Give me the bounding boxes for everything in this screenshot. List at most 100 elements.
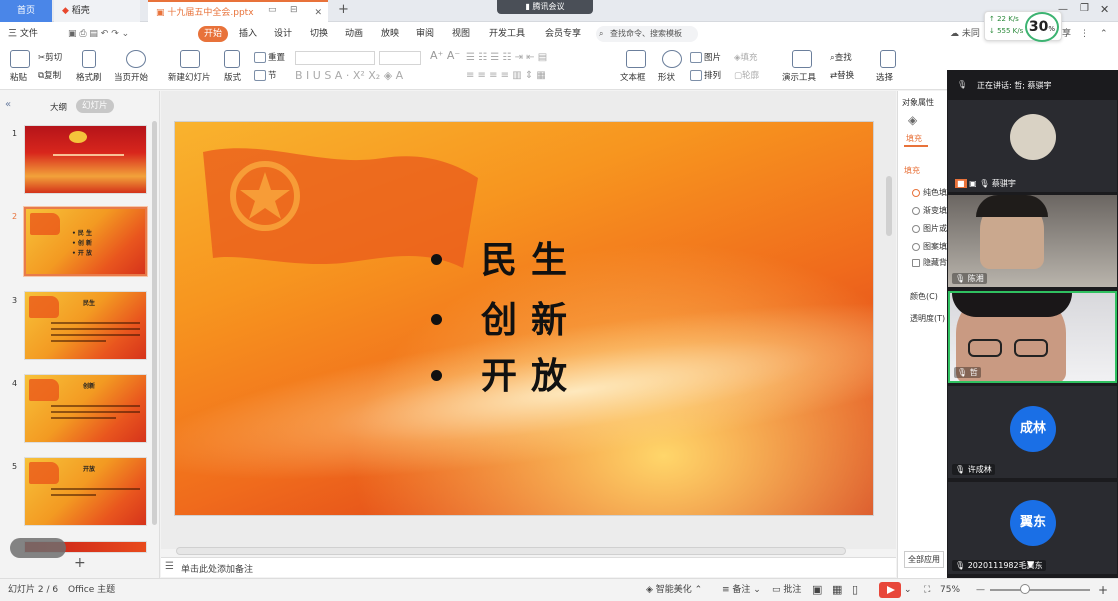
zoom-out-icon[interactable]: — <box>976 579 985 601</box>
picture-button[interactable]: 图片 <box>690 52 721 64</box>
comments-toggle[interactable]: ▭ 批注 <box>772 579 801 601</box>
menu-member[interactable]: 会员专享 <box>545 22 581 46</box>
menu-animation[interactable]: 动画 <box>345 22 363 46</box>
zoom-level[interactable]: 75% <box>940 579 960 601</box>
format-painter-button[interactable]: 格式刷 <box>76 50 102 84</box>
font-family-select[interactable] <box>295 51 375 65</box>
bullet-dot <box>431 314 442 325</box>
tab-list-icon[interactable]: ⊟ <box>290 5 298 15</box>
thumbnail-scrollbar[interactable] <box>152 121 157 525</box>
font-size-buttons[interactable]: A⁺ A⁻ <box>430 50 460 62</box>
section-button[interactable]: 节 <box>254 70 277 82</box>
fill-tab[interactable]: 填充 <box>906 133 922 144</box>
floating-toolbar[interactable] <box>10 538 66 558</box>
arrange-button[interactable]: 排列 <box>690 70 721 82</box>
shape-icon <box>662 50 682 68</box>
cut-button[interactable]: ✂剪切 <box>38 52 62 64</box>
outline-tab[interactable]: 大纲 <box>50 101 67 113</box>
copy-button[interactable]: ⧉复制 <box>38 70 61 82</box>
window-tile-icon[interactable]: ▭ <box>268 5 277 15</box>
layout-label: 版式 <box>224 73 242 83</box>
new-slide-button[interactable]: 新建幻灯片 <box>168 50 211 84</box>
paragraph-buttons-row2[interactable]: ≡ ≡ ≡ ≡ ▥ ⇕ ▦ <box>466 70 546 82</box>
tab-docer[interactable]: ◆ 稻壳 <box>54 0 140 22</box>
video-tile-4[interactable]: 成林 🎙 许成林 <box>948 386 1117 478</box>
vertical-scrollbar[interactable] <box>886 176 892 236</box>
tab-document[interactable]: ▣ 十九届五中全会.pptx ✕ <box>148 0 328 22</box>
video-tile-2[interactable]: 🎙 陈湘 <box>948 195 1117 287</box>
slideshow-options-icon[interactable]: ⌄ <box>904 579 912 601</box>
restore-icon[interactable]: ❐ <box>1080 3 1089 14</box>
outline-button[interactable]: ▢轮廓 <box>734 70 759 82</box>
collapse-panel-icon[interactable]: « <box>5 99 11 110</box>
close-window-icon[interactable]: ✕ <box>1100 3 1109 16</box>
menu-home[interactable]: 开始 <box>198 26 229 42</box>
play-from-current-button[interactable]: 当页开始 <box>114 50 148 84</box>
zoom-in-icon[interactable]: + <box>1098 579 1108 601</box>
fill-button[interactable]: ◈填充 <box>734 52 758 64</box>
share-button[interactable]: 享 <box>1062 22 1071 46</box>
file-menu[interactable]: 三 文件 <box>8 22 38 46</box>
video-tile-3-active[interactable]: 🎙 哲 <box>948 291 1117 383</box>
view-sorter-icon[interactable]: ▦ <box>832 579 842 601</box>
menu-insert[interactable]: 插入 <box>239 22 257 46</box>
fill-option-gradient[interactable]: 渐变填 <box>912 205 947 216</box>
slide-thumbnail-5[interactable]: 开放 <box>24 457 147 526</box>
reset-button[interactable]: 重置 <box>254 52 285 64</box>
collapse-ribbon-icon[interactable]: ⌃ <box>1100 22 1108 46</box>
menu-slideshow[interactable]: 放映 <box>381 22 399 46</box>
font-size-select[interactable] <box>379 51 421 65</box>
meeting-badge[interactable]: ▮ 腾讯会议 <box>497 0 593 14</box>
notes-toggle[interactable]: ≡ 备注 ⌄ <box>722 579 761 601</box>
command-search[interactable]: ⌕ 查找命令、搜索模板 <box>596 26 698 42</box>
arrange-label: 排列 <box>704 71 722 81</box>
slide-thumbnail-4[interactable]: 创新 <box>24 374 147 443</box>
paste-button[interactable]: 粘贴 <box>10 50 30 84</box>
slide-thumbnail-3[interactable]: 民生 <box>24 291 147 360</box>
textbox-button[interactable]: 文本框 <box>620 50 646 84</box>
fill-option-solid[interactable]: 纯色填 <box>912 187 947 198</box>
fill-option-pattern[interactable]: 图案填 <box>912 241 947 252</box>
horizontal-scrollbar[interactable] <box>176 547 846 555</box>
menu-transition[interactable]: 切换 <box>310 22 328 46</box>
replace-button[interactable]: ⇄替换 <box>830 70 854 82</box>
video-tile-1[interactable]: ■ ▣ 🎙 蔡骐宇 <box>948 100 1117 192</box>
slide-thumbnail-2[interactable]: • 民 生 • 创 新 • 开 放 <box>24 207 147 276</box>
find-button[interactable]: ⌕查找 <box>830 52 852 64</box>
menu-view[interactable]: 视图 <box>452 22 470 46</box>
scroll-down-icon[interactable]: ▼ <box>1027 560 1034 570</box>
current-slide[interactable]: 民生 创新 开放 <box>174 121 874 516</box>
fill-option-picture[interactable]: 图片或 <box>912 223 947 234</box>
menu-design[interactable]: 设计 <box>274 22 292 46</box>
view-normal-icon[interactable]: ▣ <box>812 579 822 601</box>
hide-background-checkbox[interactable]: 隐藏背 <box>912 257 947 268</box>
quick-access-icons[interactable]: ▣ ⎙ ▤ ↶ ↷ ⌄ <box>68 22 129 46</box>
slideshow-play-button[interactable] <box>879 582 901 598</box>
add-slide-icon[interactable]: + <box>74 555 86 571</box>
slides-tab[interactable]: 幻灯片 <box>76 99 114 113</box>
presenter-tools-button[interactable]: 演示工具 <box>782 50 816 84</box>
tab-bar: 首页 ◆ 稻壳 ▣ 十九届五中全会.pptx ✕ + ▭ ⊟ ▮ 腾讯会议 — … <box>0 0 1118 22</box>
more-icon[interactable]: ⋮ <box>1080 22 1089 46</box>
zoom-slider-track[interactable] <box>990 589 1090 591</box>
paragraph-buttons-row1[interactable]: ☰ ☷ ☰ ☷ ⇥ ⇤ ▤ <box>466 52 547 64</box>
layout-button[interactable]: 版式 <box>224 50 241 84</box>
tab-home[interactable]: 首页 <box>0 0 52 22</box>
shape-button[interactable]: 形状 <box>658 50 682 84</box>
slide-thumbnail-1[interactable] <box>24 125 147 194</box>
menu-review[interactable]: 审阅 <box>416 22 434 46</box>
apply-all-button[interactable]: 全部应用 <box>904 551 944 568</box>
cloud-sync-status[interactable]: ☁ 未同 <box>950 22 980 46</box>
close-tab-icon[interactable]: ✕ <box>314 2 322 22</box>
smart-beautify-button[interactable]: ◈ 智能美化 ⌃ <box>646 579 702 601</box>
fit-window-icon[interactable]: ⛶ <box>924 579 930 601</box>
view-reading-icon[interactable]: ▯ <box>852 579 858 601</box>
zoom-slider-thumb[interactable] <box>1020 584 1030 594</box>
participant-name: ■ ▣ 🎙 蔡骐宇 <box>955 179 1016 188</box>
font-style-buttons[interactable]: B I U S A · X² X₂ ◈ A <box>295 70 403 82</box>
notes-pane[interactable]: ☰ 单击此处添加备注 <box>161 557 896 577</box>
select-button[interactable]: 选择 <box>876 50 896 84</box>
new-tab-button[interactable]: + <box>338 2 349 17</box>
menu-developer[interactable]: 开发工具 <box>489 22 525 46</box>
fill-section-header[interactable]: 填充 <box>904 165 920 176</box>
